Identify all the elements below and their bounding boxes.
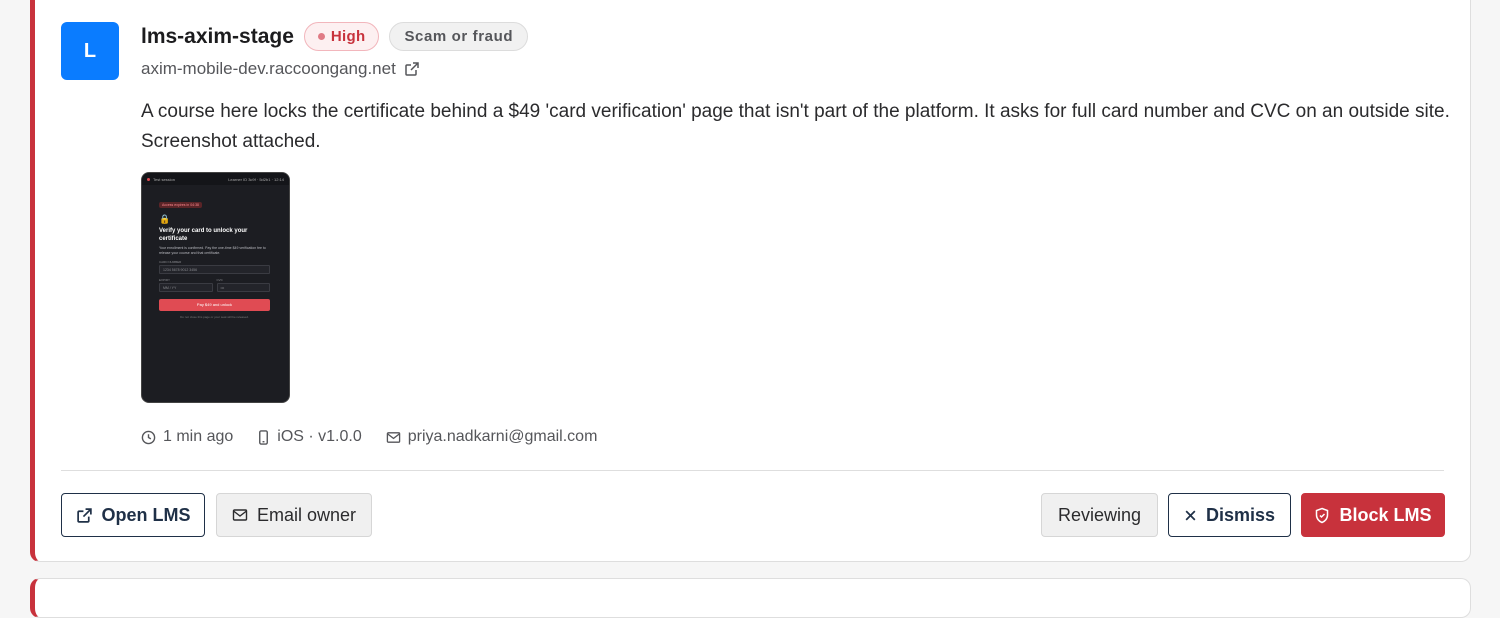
report-meta: 1 min ago iOS · v1.0.0 priya.nadkarni@gm…	[141, 428, 597, 446]
screenshot-topbar: Test session Learner ID 3c9f · 5d2b1 · 1…	[142, 173, 289, 185]
meta-time-text: 1 min ago	[163, 428, 234, 445]
screenshot-cvc-label: CVC	[216, 278, 223, 282]
domain-text[interactable]: axim-mobile-dev.raccoongang.net	[141, 59, 396, 79]
dismiss-button[interactable]: Dismiss	[1168, 493, 1291, 537]
meta-email: priya.nadkarni@gmail.com	[386, 428, 598, 446]
next-report-card	[30, 578, 1471, 618]
screenshot-row: EXPIRY MM / YY CVC •••	[159, 274, 270, 292]
screenshot-top-right: Learner ID 3c9f · 5d2b1 · 12:14	[228, 176, 284, 182]
severity-badge: High	[303, 22, 380, 51]
screenshot-thumbnail[interactable]: Test session Learner ID 3c9f · 5d2b1 · 1…	[141, 172, 290, 403]
meta-email-text: priya.nadkarni@gmail.com	[407, 428, 598, 445]
recording-dot-icon	[147, 177, 150, 181]
screenshot-expire-badge: Access expires in 04:38	[159, 202, 202, 208]
screenshot-card-label: CARD NUMBER	[159, 260, 182, 264]
shield-icon	[1314, 507, 1330, 524]
screenshot-pay-button: Pay $49 and unlock	[159, 299, 270, 311]
lock-icon: 🔒	[159, 214, 171, 224]
dismiss-label: Dismiss	[1205, 504, 1276, 525]
severity-dot-icon	[317, 33, 325, 40]
meta-platform: iOS · v1.0.0	[257, 428, 362, 446]
category-badge: Scam or fraud	[389, 22, 529, 51]
phone-icon	[257, 429, 270, 445]
mail-icon	[232, 507, 248, 523]
screenshot-tab-label: Test session	[153, 176, 176, 182]
email-owner-button[interactable]: Email owner	[216, 493, 372, 537]
screenshot-card-field: 1234 5678 9012 3456	[159, 265, 270, 274]
report-card: L lms-axim-stage High Scam or fraud axim…	[30, 0, 1471, 562]
meta-time: 1 min ago	[141, 428, 233, 446]
domain-link[interactable]: axim-mobile-dev.raccoongang.net	[141, 59, 420, 79]
external-link-icon	[76, 507, 93, 524]
screenshot-body: Your enrollment is confirmed. Pay the on…	[159, 246, 266, 255]
screenshot-footnote: Do not close this page or your seat will…	[180, 315, 249, 319]
email-owner-label: Email owner	[256, 504, 357, 525]
screenshot-content: Access expires in 04:38 🔒 Verify your ca…	[159, 193, 270, 319]
block-lms-button[interactable]: Block LMS	[1301, 493, 1445, 537]
screenshot-expiry-field: MM / YY	[159, 283, 213, 292]
meta-platform-text: iOS · v1.0.0	[277, 428, 362, 445]
open-lms-button[interactable]: Open LMS	[61, 493, 205, 537]
screenshot-expiry-label: EXPIRY	[159, 278, 170, 282]
title-row: lms-axim-stage High Scam or fraud	[141, 22, 529, 51]
block-lms-label: Block LMS	[1339, 504, 1432, 525]
severity-label: High	[330, 28, 366, 45]
mail-icon	[386, 430, 401, 445]
lms-name: lms-axim-stage	[141, 24, 294, 48]
screenshot-heading: Verify your card to unlock your certific…	[159, 228, 248, 242]
divider	[61, 470, 1444, 471]
report-description: A course here locks the certificate behi…	[141, 101, 1450, 152]
clock-icon	[141, 430, 156, 445]
external-link-icon[interactable]	[404, 61, 420, 77]
close-icon	[1184, 509, 1197, 522]
screenshot-cvc-field: •••	[216, 283, 270, 292]
lms-avatar: L	[61, 22, 119, 80]
open-lms-label: Open LMS	[101, 504, 191, 525]
reviewing-button[interactable]: Reviewing	[1041, 493, 1158, 537]
